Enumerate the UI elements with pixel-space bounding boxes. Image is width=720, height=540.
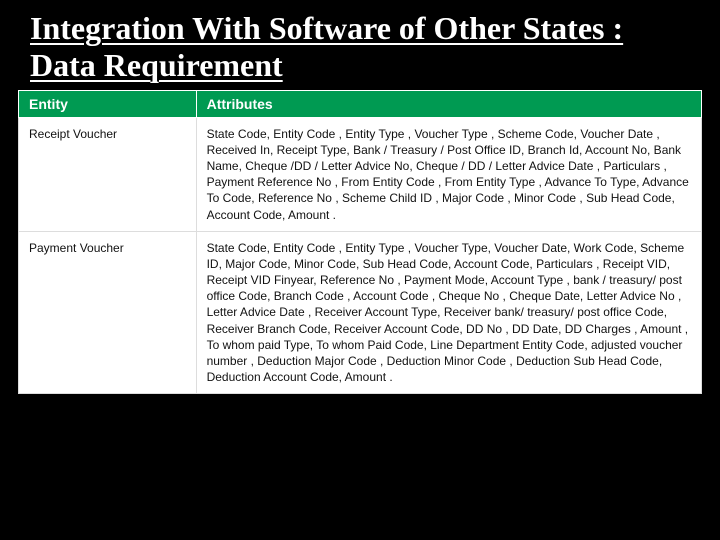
cell-entity: Payment Voucher bbox=[19, 231, 197, 394]
data-requirement-table: Entity Attributes Receipt Voucher State … bbox=[18, 90, 702, 395]
col-header-attributes: Attributes bbox=[196, 90, 701, 117]
cell-attributes: State Code, Entity Code , Entity Type , … bbox=[196, 231, 701, 394]
table-row: Receipt Voucher State Code, Entity Code … bbox=[19, 117, 702, 231]
cell-entity: Receipt Voucher bbox=[19, 117, 197, 231]
table-row: Payment Voucher State Code, Entity Code … bbox=[19, 231, 702, 394]
table-container: Entity Attributes Receipt Voucher State … bbox=[18, 90, 702, 395]
table-header-row: Entity Attributes bbox=[19, 90, 702, 117]
col-header-entity: Entity bbox=[19, 90, 197, 117]
cell-attributes: State Code, Entity Code , Entity Type , … bbox=[196, 117, 701, 231]
title-area: Integration With Software of Other State… bbox=[0, 0, 720, 90]
page-title: Integration With Software of Other State… bbox=[30, 10, 690, 84]
